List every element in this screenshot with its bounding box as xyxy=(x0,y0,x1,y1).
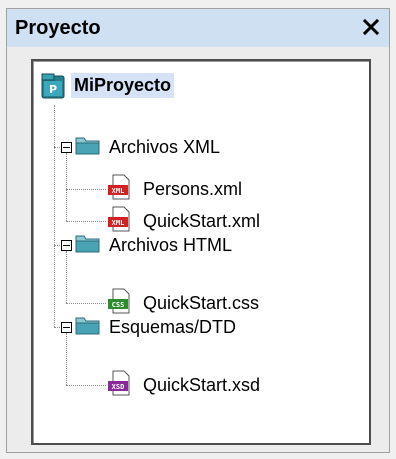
tree-guide-root xyxy=(54,105,55,327)
tree-root-label: MiProyecto xyxy=(71,72,175,98)
project-tree: P MiProyecto Archivos XML XML Persons.xm… xyxy=(31,59,371,445)
close-icon[interactable] xyxy=(359,15,383,39)
svg-text:XML: XML xyxy=(112,219,125,227)
tree-guide xyxy=(66,189,106,190)
project-icon: P xyxy=(39,72,67,105)
svg-text:CSS: CSS xyxy=(112,301,125,309)
xml-file-icon: XML xyxy=(107,174,133,205)
tree-folder-label: Archivos HTML xyxy=(109,234,233,255)
tree-guide-xml xyxy=(66,153,67,221)
project-panel: Proyecto P MiProyecto Archivos XML XML P… xyxy=(6,8,390,453)
svg-text:P: P xyxy=(49,83,57,96)
tree-folder-xml[interactable]: Archivos XML xyxy=(75,133,220,161)
tree-file-label: QuickStart.xsd xyxy=(143,374,261,395)
tree-folder-schemas[interactable]: Esquemas/DTD xyxy=(75,313,236,341)
collapse-toggle[interactable] xyxy=(61,240,72,251)
collapse-toggle[interactable] xyxy=(61,142,72,153)
folder-icon xyxy=(75,134,101,161)
xsd-file-icon: XSD xyxy=(107,370,133,401)
folder-icon xyxy=(75,232,101,259)
tree-folder-label: Esquemas/DTD xyxy=(109,316,237,337)
collapse-toggle[interactable] xyxy=(61,322,72,333)
panel-titlebar: Proyecto xyxy=(7,9,389,47)
tree-file-item[interactable]: XSD QuickStart.xsd xyxy=(107,370,261,401)
tree-guide xyxy=(66,303,106,304)
tree-file-label: QuickStart.xml xyxy=(143,210,261,231)
tree-file-item[interactable]: XML Persons.xml xyxy=(107,174,243,205)
folder-icon xyxy=(75,314,101,341)
tree-folder-html[interactable]: Archivos HTML xyxy=(75,231,232,259)
tree-guide xyxy=(66,221,106,222)
tree-file-label: QuickStart.css xyxy=(143,292,260,313)
svg-text:XML: XML xyxy=(112,187,125,195)
tree-root-item[interactable]: P MiProyecto xyxy=(39,71,175,99)
tree-guide-html xyxy=(66,251,67,303)
tree-folder-label: Archivos XML xyxy=(109,136,221,157)
tree-guide xyxy=(66,385,106,386)
panel-title: Proyecto xyxy=(15,17,101,39)
svg-text:XSD: XSD xyxy=(112,383,125,391)
tree-guide-xsd xyxy=(66,333,67,385)
tree-file-label: Persons.xml xyxy=(143,178,243,199)
